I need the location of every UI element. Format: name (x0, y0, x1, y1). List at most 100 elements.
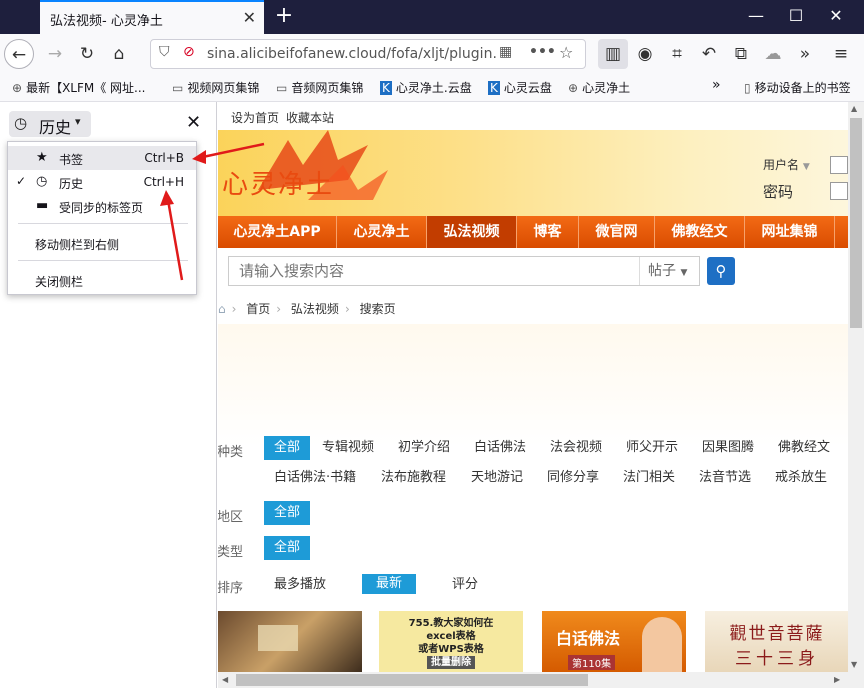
bookmark-site-link[interactable]: 收藏本站 (286, 109, 334, 126)
scroll-right-icon[interactable]: ▶ (834, 675, 840, 684)
video-thumbnail[interactable]: 觀世音菩薩 三十三身 (705, 611, 848, 672)
cloud-icon: ☁ (764, 44, 782, 64)
back-button[interactable]: ← (4, 39, 34, 69)
insecure-lock-icon[interactable]: ⊘ (183, 44, 195, 60)
filter-option[interactable]: 法门相关 (613, 466, 685, 490)
search-button[interactable]: ⚲ (707, 257, 735, 285)
menu-button[interactable]: ≡ (826, 39, 856, 69)
filter-option[interactable]: 同修分享 (537, 466, 609, 490)
filter-option[interactable]: 法布施教程 (371, 466, 456, 490)
arrow-right-icon: → (47, 44, 63, 64)
breadcrumb-videos[interactable]: 弘法视频 (291, 302, 339, 316)
filter-option[interactable]: 法音节选 (689, 466, 761, 490)
username-input[interactable] (830, 156, 848, 174)
bookmarks-bar: ⊕ 最新【XLFM《 网址... ▭ 视频网页集锦 ▭ 音频网页集锦 K 心灵净土.云盘… (0, 74, 864, 102)
filter-option[interactable]: 因果图腾 (692, 436, 764, 460)
header-banner: 心灵净土 用户名 ▼ 密码 (218, 130, 848, 216)
screenshot-button[interactable]: ⌗ (662, 39, 692, 69)
filter-option[interactable]: 天地游记 (461, 466, 533, 490)
mobile-bookmarks[interactable]: ▯ 移动设备上的书签 (744, 79, 851, 96)
filter-option[interactable]: 师父开示 (616, 436, 688, 460)
top-links: 设为首页 收藏本站 (218, 102, 848, 130)
checkmark-icon: ✓ (16, 174, 27, 188)
video-thumbnail[interactable]: 755.教大家如何在 excel表格 或者WPS表格 批量删除 (379, 611, 523, 672)
video-thumbnail[interactable] (218, 611, 362, 672)
new-tab-button[interactable]: + (270, 2, 298, 30)
forward-button[interactable]: → (40, 39, 70, 69)
hamburger-icon: ≡ (833, 44, 849, 64)
cloud-button[interactable]: ☁ (758, 39, 788, 69)
filter-option[interactable]: 白话佛法·书籍 (264, 466, 366, 490)
arrowhead-1 (192, 150, 206, 164)
minimize-button[interactable]: — (736, 0, 776, 34)
filter-option[interactable]: 专辑视频 (312, 436, 384, 460)
nav-links[interactable]: 网址集锦 (745, 216, 835, 248)
maximize-button[interactable]: ☐ (776, 0, 816, 34)
filter-option[interactable]: 戒杀放生 (765, 466, 837, 490)
scroll-left-icon[interactable]: ◀ (222, 675, 228, 684)
home-icon[interactable]: ⌂ (218, 302, 226, 316)
sidebar-icon: ▥ (604, 44, 622, 64)
nav-home[interactable]: 心灵净土 (337, 216, 427, 248)
vertical-scroll-thumb[interactable] (850, 118, 862, 328)
filter-option[interactable]: 佛教经文 (768, 436, 840, 460)
undo-button[interactable]: ↶ (694, 39, 724, 69)
undo-icon: ↶ (701, 44, 717, 64)
chevron-double-right-icon: » (712, 77, 721, 93)
shield-icon[interactable]: ⛉ (159, 44, 170, 60)
video-thumbnail[interactable]: 白话佛法 第110集 (542, 611, 686, 672)
filter-label: 类型 (218, 545, 244, 560)
qr-code-icon[interactable]: ▦ (499, 44, 512, 60)
search-icon: ⚲ (715, 262, 727, 280)
url-text[interactable]: sina.alicibeifofanew.cloud/fofa/xljt/plu… (207, 46, 497, 62)
bookmarks-overflow[interactable]: » (712, 77, 721, 93)
scroll-up-icon[interactable]: ▲ (851, 104, 857, 113)
bookmark-folder[interactable]: ▭ 音频网页集锦 (276, 79, 363, 96)
sort-option[interactable]: 最多播放 (264, 573, 336, 597)
horizontal-scroll-thumb[interactable] (236, 674, 588, 686)
search-type-select[interactable]: 帖子 ▼ (639, 257, 699, 285)
filter-option[interactable]: 全部 (264, 501, 311, 525)
filter-option[interactable]: 全部 (264, 436, 311, 460)
filter-label: 排序 (218, 581, 244, 596)
overflow-button[interactable]: » (790, 39, 820, 69)
sort-row: 排序 最多播放 最新 评分 (218, 569, 848, 603)
chevron-down-icon: ▼ (802, 162, 810, 172)
bookmark-item[interactable]: K 心灵净土.云盘 (380, 79, 472, 96)
filter-option[interactable]: 白话佛法 (464, 436, 536, 460)
filter-option[interactable]: 初学介绍 (388, 436, 460, 460)
reload-icon: ↻ (79, 44, 95, 64)
password-input[interactable] (830, 182, 848, 200)
sort-option[interactable]: 评分 (442, 573, 488, 597)
arrow-line-2 (166, 199, 184, 281)
close-window-button[interactable]: ✕ (816, 0, 856, 34)
set-homepage-link[interactable]: 设为首页 (231, 109, 279, 126)
star-icon[interactable]: ☆ (559, 43, 573, 62)
more-actions-icon[interactable]: ••• (529, 44, 556, 60)
arrowhead-2 (160, 190, 174, 206)
sidebar-switcher[interactable]: ◷ 历史 ▾ (9, 111, 91, 137)
reload-button[interactable]: ↻ (72, 39, 102, 69)
url-bar[interactable]: ⛉ ⊘ sina.alicibeifofanew.cloud/fofa/xljt… (150, 39, 586, 69)
login-area: 用户名 ▼ 密码 (763, 156, 810, 202)
bookmark-item[interactable]: K 心灵云盘 (488, 79, 552, 96)
nav-micro-site[interactable]: 微官网 (579, 216, 655, 248)
sort-option[interactable]: 最新 (362, 574, 417, 594)
bookmark-item[interactable]: ⊕ 心灵净土 (568, 79, 630, 96)
extension-button[interactable]: ⧉ (726, 39, 756, 69)
account-button[interactable]: ◉ (630, 39, 660, 69)
tab-close-icon[interactable]: ✕ (243, 8, 256, 27)
home-button[interactable]: ⌂ (104, 39, 134, 69)
filter-option[interactable]: 全部 (264, 536, 311, 560)
scroll-down-icon[interactable]: ▼ (851, 660, 857, 669)
search-input[interactable] (229, 257, 639, 285)
active-tab[interactable]: 弘法视频- 心灵净土 ✕ (40, 0, 264, 34)
sidebar-toggle-button[interactable]: ▥ (598, 39, 628, 69)
bookmark-folder[interactable]: ▭ 视频网页集锦 (172, 79, 259, 96)
bookmark-item[interactable]: ⊕ 最新【XLFM《 网址... (12, 79, 145, 96)
filter-option[interactable]: 法会视频 (540, 436, 612, 460)
nav-blog[interactable]: 博客 (517, 216, 579, 248)
breadcrumb-home[interactable]: 首页 (246, 302, 270, 316)
nav-videos[interactable]: 弘法视频 (427, 216, 517, 248)
nav-scriptures[interactable]: 佛教经文 (655, 216, 745, 248)
